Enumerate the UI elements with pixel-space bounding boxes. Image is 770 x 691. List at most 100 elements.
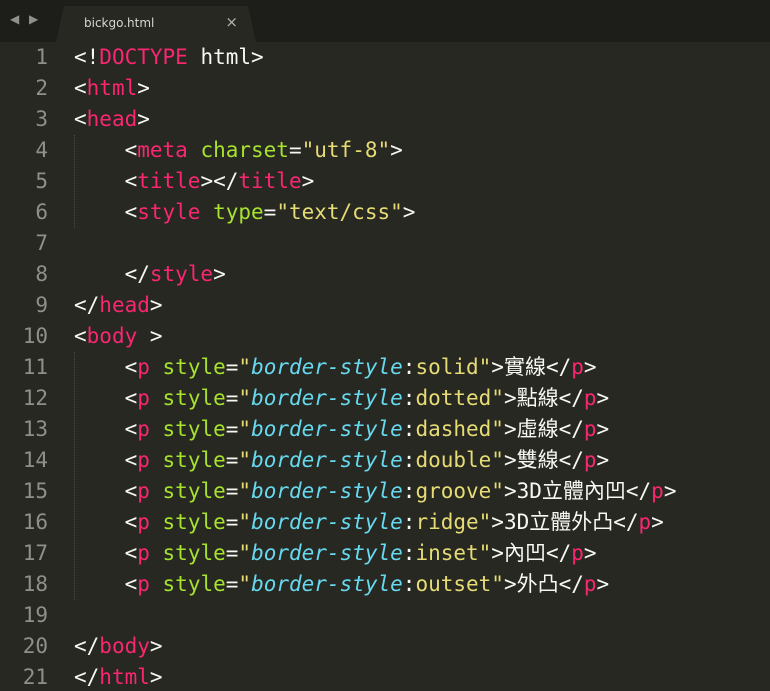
code-token: border-style bbox=[251, 510, 403, 534]
code-token: > bbox=[596, 386, 610, 410]
code-token: > bbox=[149, 665, 163, 689]
code-token: border-style bbox=[251, 541, 403, 565]
line-number: 7 bbox=[35, 231, 48, 255]
code-token: html bbox=[86, 76, 138, 100]
code-line[interactable]: 20 </body> bbox=[0, 631, 163, 662]
code-line[interactable]: 3 <head> bbox=[0, 104, 150, 135]
code-token: = bbox=[225, 541, 239, 565]
code-token: " bbox=[238, 448, 252, 472]
code-token: >雙線</ bbox=[503, 448, 584, 472]
code-token: style bbox=[149, 262, 214, 286]
code-token: ></ bbox=[200, 169, 239, 193]
code-text: </head> bbox=[74, 293, 163, 317]
code-text: <p style="border-style:dotted">點線</p> bbox=[74, 386, 610, 410]
line-number: 13 bbox=[22, 417, 48, 441]
code-line[interactable]: 7 bbox=[0, 228, 74, 259]
code-line[interactable]: 14 <p style="border-style:double">雙線</p> bbox=[0, 445, 610, 476]
code-token: = bbox=[225, 448, 239, 472]
file-tab[interactable]: bickgo.html × bbox=[56, 6, 256, 42]
tab-nav-arrows-icon[interactable]: ◀ ▶ bbox=[10, 12, 41, 26]
close-icon[interactable]: × bbox=[225, 13, 238, 31]
code-token: > bbox=[402, 200, 416, 224]
code-token: html bbox=[99, 665, 150, 689]
code-token: >3D立體內凹</ bbox=[503, 479, 652, 503]
code-token: < bbox=[74, 479, 138, 503]
code-token: >內凹</ bbox=[491, 541, 572, 565]
code-token: "utf-8" bbox=[301, 138, 391, 162]
code-token: p bbox=[571, 355, 584, 379]
code-token: < bbox=[74, 386, 138, 410]
code-token: groove" bbox=[415, 479, 504, 503]
code-token: < bbox=[74, 541, 138, 565]
code-token: < bbox=[74, 200, 138, 224]
code-token: < bbox=[74, 76, 87, 100]
line-number: 12 bbox=[22, 386, 48, 410]
code-token: >外凸</ bbox=[503, 572, 584, 596]
code-line[interactable]: 1 <!DOCTYPE html> bbox=[0, 42, 264, 73]
code-line[interactable]: 16 <p style="border-style:ridge">3D立體外凸<… bbox=[0, 507, 664, 538]
code-line[interactable]: 15 <p style="border-style:groove">3D立體內凹… bbox=[0, 476, 677, 507]
code-token: = bbox=[225, 479, 239, 503]
line-number: 1 bbox=[35, 45, 48, 69]
code-line[interactable]: 21 </html> bbox=[0, 662, 163, 691]
code-text: <p style="border-style:ridge">3D立體外凸</p> bbox=[74, 510, 664, 534]
code-token: outset" bbox=[415, 572, 504, 596]
code-token: "text/css" bbox=[276, 200, 403, 224]
code-token: p bbox=[651, 479, 664, 503]
code-token: > bbox=[213, 262, 226, 286]
code-text: <p style="border-style:inset">內凹</p> bbox=[74, 541, 597, 565]
code-line[interactable]: 10 <body > bbox=[0, 321, 163, 352]
code-token: " bbox=[238, 510, 252, 534]
code-line[interactable]: 4 <meta charset="utf-8"> bbox=[0, 135, 402, 166]
code-token: p bbox=[137, 572, 150, 596]
code-token: border-style bbox=[251, 417, 403, 441]
code-token: : bbox=[402, 448, 416, 472]
code-text: <!DOCTYPE html> bbox=[74, 45, 264, 69]
code-line[interactable]: 9 </head> bbox=[0, 290, 163, 321]
code-token: style bbox=[162, 510, 226, 534]
code-token: p bbox=[571, 541, 584, 565]
code-token: " bbox=[238, 572, 252, 596]
code-text: <head> bbox=[74, 107, 150, 131]
code-token: style bbox=[162, 386, 226, 410]
code-token: > bbox=[301, 169, 315, 193]
code-token: style bbox=[162, 355, 226, 379]
code-token: type bbox=[213, 200, 264, 224]
code-token: = bbox=[225, 417, 239, 441]
code-line[interactable]: 18 <p style="border-style:outset">外凸</p> bbox=[0, 569, 610, 600]
tab-bar: ◀ ▶ bickgo.html × bbox=[0, 0, 770, 42]
code-token: : bbox=[402, 541, 416, 565]
line-number: 16 bbox=[22, 510, 48, 534]
code-token: dotted" bbox=[415, 386, 504, 410]
line-number: 14 bbox=[22, 448, 48, 472]
code-token: dashed" bbox=[415, 417, 504, 441]
code-token: p bbox=[137, 448, 150, 472]
code-line[interactable]: 17 <p style="border-style:inset">內凹</p> bbox=[0, 538, 597, 569]
code-token: p bbox=[638, 510, 652, 534]
code-line[interactable]: 13 <p style="border-style:dashed">虛線</p> bbox=[0, 414, 610, 445]
code-line[interactable]: 2 <html> bbox=[0, 73, 150, 104]
code-line[interactable]: 12 <p style="border-style:dotted">點線</p> bbox=[0, 383, 610, 414]
code-line[interactable]: 8 </style> bbox=[0, 259, 226, 290]
code-token: >點線</ bbox=[503, 386, 584, 410]
code-token: border-style bbox=[251, 386, 403, 410]
code-line[interactable]: 5 <title></title> bbox=[0, 166, 314, 197]
code-token: solid" bbox=[415, 355, 492, 379]
code-editor[interactable]: 1 <!DOCTYPE html> 2 <html> 3 <head> 4 <meta ch… bbox=[0, 42, 770, 691]
code-token: >虛線</ bbox=[503, 417, 584, 441]
code-token: border-style bbox=[251, 355, 403, 379]
code-token: < bbox=[74, 169, 138, 193]
code-token: >3D立體外凸</ bbox=[491, 510, 639, 534]
code-line[interactable]: 11 <p style="border-style:solid">實線</p> bbox=[0, 352, 597, 383]
code-token: p bbox=[137, 417, 150, 441]
code-token: > bbox=[596, 572, 610, 596]
code-line[interactable]: 19 bbox=[0, 600, 74, 631]
code-token: DOCTYPE bbox=[99, 45, 188, 69]
code-token: head bbox=[86, 107, 138, 131]
code-line[interactable]: 6 <style type="text/css"> bbox=[0, 197, 415, 228]
line-number: 11 bbox=[22, 355, 48, 379]
